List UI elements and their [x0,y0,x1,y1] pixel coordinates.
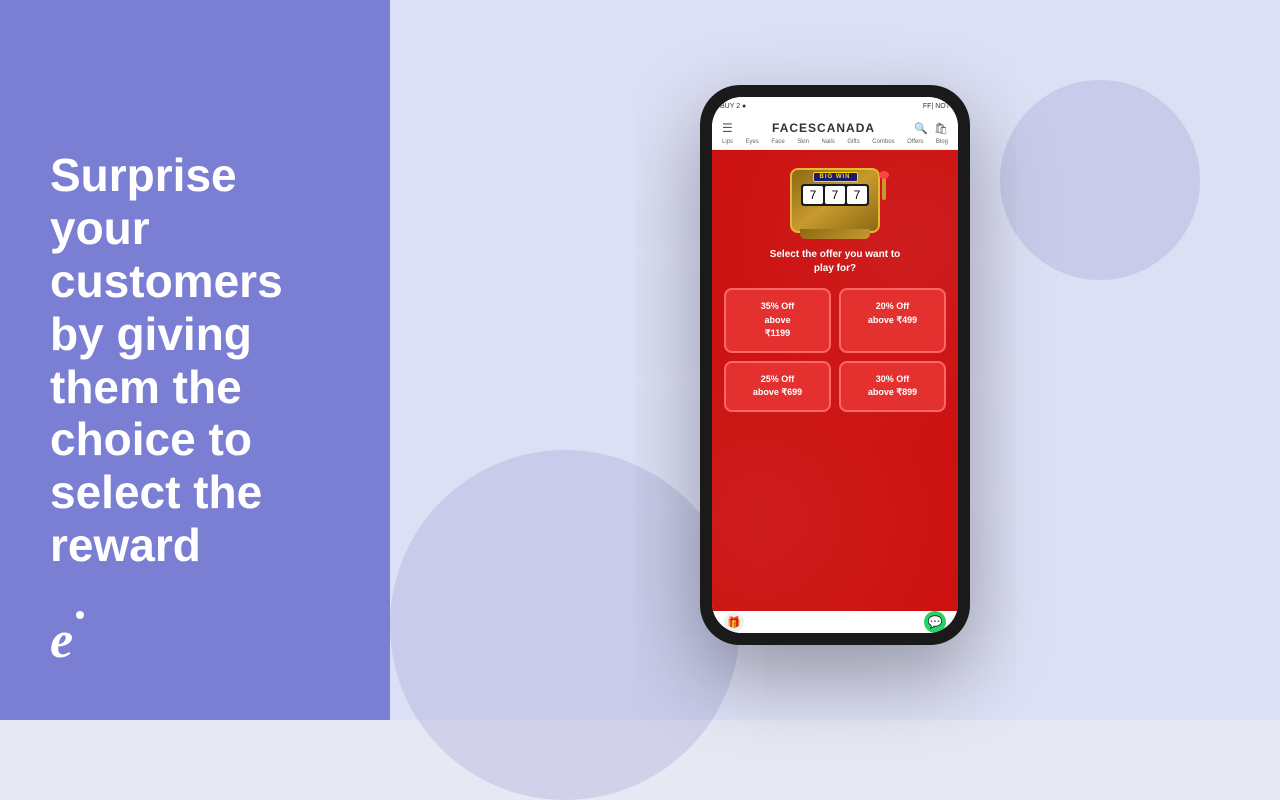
left-panel: Surprise your customers by giving them t… [0,0,390,720]
status-bar: BUY 2 ● FF| NOT [712,97,958,115]
gift-icon-button[interactable]: 🎁 [724,612,744,632]
reel-3: 7 [847,186,867,204]
nav-lips[interactable]: Lips [722,139,733,145]
brand-name: FACESCANADA [772,121,875,135]
nav-bar: ☰ FACESCANADA 🔍 🛍 Lips Eyes Face Skin Na… [712,115,958,150]
offer-grid: 35% Offabove₹1199 20% Offabove ₹499 25% … [724,288,946,412]
nav-menu: Lips Eyes Face Skin Nails Gifts Combos O… [722,139,948,145]
big-win-sign: BIG WIN [813,172,858,182]
promo-area: BIG WIN 7 7 7 Select the offer yo [712,150,958,611]
slot-machine: BIG WIN 7 7 7 [785,160,885,240]
reel-1: 7 [803,186,823,204]
logo-dot [76,611,84,619]
select-offer-text: Select the offer you want toplay for? [770,248,901,276]
phone-bottom-bar: 🎁 💬 [712,611,958,633]
offer-btn-2[interactable]: 20% Offabove ₹499 [839,288,946,353]
decor-circle-1 [390,450,740,800]
offer-btn-4[interactable]: 30% Offabove ₹899 [839,361,946,412]
offer-btn-3[interactable]: 25% Offabove ₹699 [724,361,831,412]
status-left: BUY 2 ● [720,103,746,110]
nav-top: ☰ FACESCANADA 🔍 🛍 [722,121,948,135]
search-icon[interactable]: 🔍 [914,122,928,135]
slot-base [800,229,870,239]
nav-face[interactable]: Face [771,139,784,145]
whatsapp-button[interactable]: 💬 [924,611,946,633]
cart-icon[interactable]: 🛍 [934,122,948,135]
hamburger-icon[interactable]: ☰ [722,121,733,135]
nav-nails[interactable]: Nails [822,139,835,145]
nav-offers[interactable]: Offers [907,139,923,145]
headline-text: Surprise your customers by giving them t… [50,149,340,572]
phone-body: BUY 2 ● FF| NOT ☰ FACESCANADA 🔍 🛍 Lip [700,85,970,645]
logo-area: e [50,611,340,670]
right-panel: BUY 2 ● FF| NOT ☰ FACESCANADA 🔍 🛍 Lip [390,0,1280,720]
status-right: FF| NOT [923,103,950,110]
decor-circle-2 [1000,80,1200,280]
phone-mockup: BUY 2 ● FF| NOT ☰ FACESCANADA 🔍 🛍 Lip [700,85,970,645]
offer-btn-1[interactable]: 35% Offabove₹1199 [724,288,831,353]
slot-lever [882,175,886,200]
nav-blog[interactable]: Blog [936,139,948,145]
slot-body: BIG WIN 7 7 7 [790,168,880,233]
phone-screen: BUY 2 ● FF| NOT ☰ FACESCANADA 🔍 🛍 Lip [712,97,958,633]
logo-letter: e [50,612,73,669]
nav-eyes[interactable]: Eyes [746,139,759,145]
reel-2: 7 [825,186,845,204]
slot-reels: 7 7 7 [801,184,869,206]
nav-skin[interactable]: Skin [797,139,809,145]
nav-gifts[interactable]: Gifts [847,139,859,145]
nav-combos[interactable]: Combos [872,139,894,145]
nav-icons: 🔍 🛍 [914,122,948,135]
